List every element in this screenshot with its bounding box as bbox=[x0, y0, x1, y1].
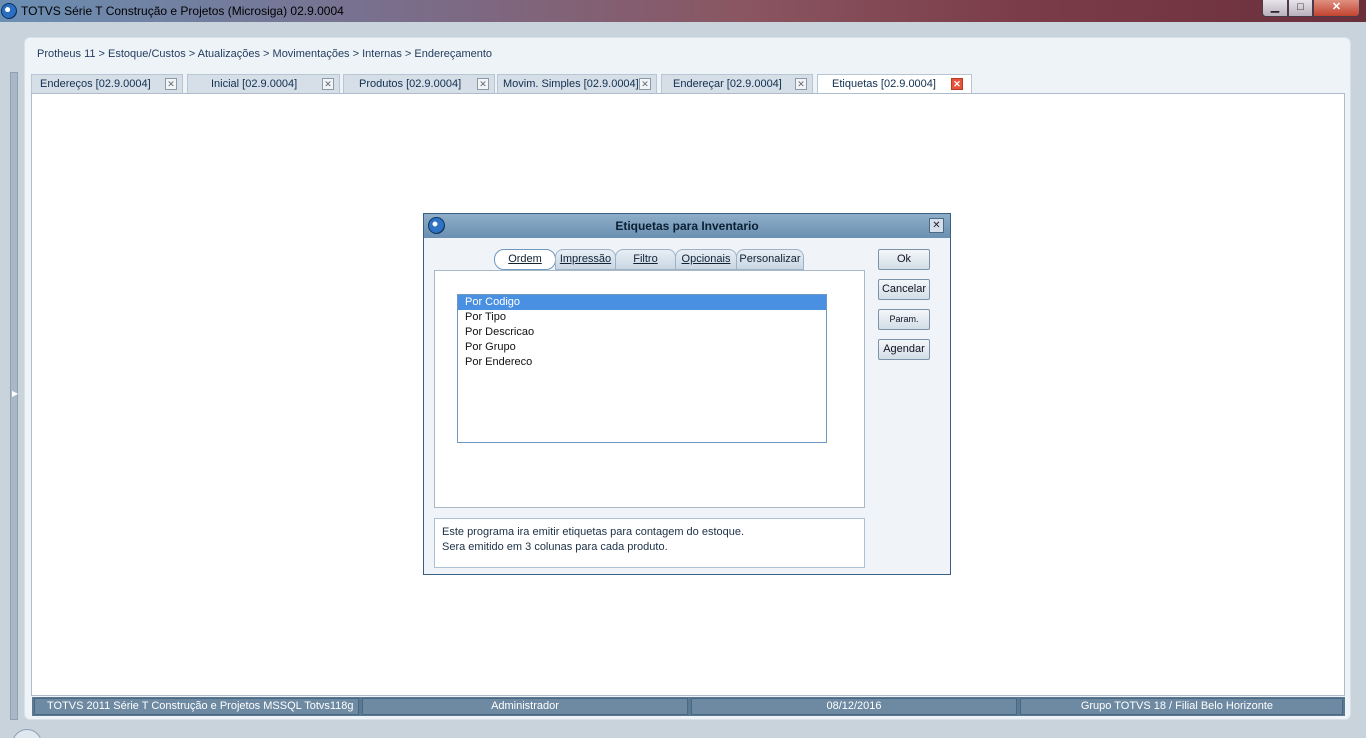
list-item-por-grupo[interactable]: Por Grupo bbox=[458, 340, 826, 355]
order-listbox[interactable]: Por Codigo Por Tipo Por Descricao Por Gr… bbox=[457, 294, 827, 443]
status-date: 08/12/2016 bbox=[691, 698, 1017, 715]
params-button[interactable]: Param. bbox=[878, 309, 930, 330]
tab-inicial[interactable]: Inicial [02.9.0004] ✕ bbox=[187, 74, 340, 94]
tab-produtos[interactable]: Produtos [02.9.0004] ✕ bbox=[343, 74, 495, 94]
tab-label: Endereços [02.9.0004] bbox=[40, 78, 151, 90]
list-item-por-tipo[interactable]: Por Tipo bbox=[458, 310, 826, 325]
dialog-tab-ordem[interactable]: Ordem bbox=[494, 249, 556, 270]
description-box: Este programa ira emitir etiquetas para … bbox=[434, 518, 865, 568]
dialog-tab-impressao[interactable]: Impressão bbox=[555, 249, 616, 270]
list-item-por-descricao[interactable]: Por Descricao bbox=[458, 325, 826, 340]
close-tab-icon[interactable]: ✕ bbox=[477, 78, 489, 90]
status-branch: Grupo TOTVS 18 / Filial Belo Horizonte bbox=[1020, 698, 1343, 715]
tab-label: Etiquetas [02.9.0004] bbox=[832, 78, 936, 90]
close-tab-icon[interactable]: ✕ bbox=[165, 78, 177, 90]
schedule-button[interactable]: Agendar bbox=[878, 339, 930, 360]
expand-arrow-icon[interactable]: ▶ bbox=[12, 389, 18, 398]
dialog-tab-label: Impressão bbox=[559, 253, 612, 265]
dialog-title: Etiquetas para Inventario bbox=[615, 219, 759, 233]
etiquetas-dialog: Etiquetas para Inventario ✕ Por Codigo P… bbox=[423, 213, 951, 575]
close-tab-icon[interactable]: ✕ bbox=[322, 78, 334, 90]
status-bar: TOTVS 2011 Série T Construção e Projetos… bbox=[32, 697, 1345, 716]
dialog-titlebar: Etiquetas para Inventario ✕ bbox=[424, 214, 950, 238]
dialog-tab-label: Ordem bbox=[508, 253, 542, 265]
tab-label: Inicial [02.9.0004] bbox=[211, 78, 298, 90]
window-title: TOTVS Série T Construção e Projetos (Mic… bbox=[21, 4, 344, 18]
description-line: Sera emitido em 3 colunas para cada prod… bbox=[442, 541, 668, 553]
close-tab-icon[interactable]: ✕ bbox=[639, 78, 651, 90]
minimize-button[interactable]: ▁ bbox=[1262, 0, 1288, 17]
tab-etiquetas[interactable]: Etiquetas [02.9.0004] ✕ bbox=[817, 74, 972, 94]
ok-button[interactable]: Ok bbox=[878, 249, 930, 270]
window-titlebar: TOTVS Série T Construção e Projetos (Mic… bbox=[0, 0, 1366, 22]
status-system: TOTVS 2011 Série T Construção e Projetos… bbox=[34, 698, 359, 715]
dialog-tab-filtro[interactable]: Filtro bbox=[615, 249, 676, 270]
cancel-button[interactable]: Cancelar bbox=[878, 279, 930, 300]
tab-enderecar[interactable]: Endereçar [02.9.0004] ✕ bbox=[661, 74, 813, 94]
dialog-tab-label: Personalizar bbox=[739, 253, 801, 265]
description-line: Este programa ira emitir etiquetas para … bbox=[442, 526, 745, 538]
totvs-app-icon bbox=[1, 3, 17, 19]
list-item-por-codigo[interactable]: Por Codigo bbox=[458, 295, 826, 310]
list-item-por-endereco[interactable]: Por Endereco bbox=[458, 355, 826, 370]
dialog-tab-panel: Por Codigo Por Tipo Por Descricao Por Gr… bbox=[434, 270, 865, 508]
tab-enderecos[interactable]: Endereços [02.9.0004] ✕ bbox=[31, 74, 183, 94]
close-tab-icon[interactable]: ✕ bbox=[795, 78, 807, 90]
dialog-tab-label: Filtro bbox=[633, 253, 658, 265]
dialog-tab-opcionais[interactable]: Opcionais bbox=[675, 249, 737, 270]
dialog-tab-label: Opcionais bbox=[681, 253, 731, 265]
dialog-close-button[interactable]: ✕ bbox=[929, 218, 944, 233]
tab-label: Movim. Simples [02.9.0004] bbox=[503, 78, 639, 90]
collapsed-sidebar[interactable]: ▶ bbox=[10, 72, 18, 720]
close-window-button[interactable]: ✕ bbox=[1313, 0, 1360, 17]
tab-movim-simples[interactable]: Movim. Simples [02.9.0004] ✕ bbox=[497, 74, 657, 94]
tab-label: Produtos [02.9.0004] bbox=[359, 78, 462, 90]
close-tab-icon[interactable]: ✕ bbox=[951, 78, 963, 90]
start-orb-icon[interactable] bbox=[12, 729, 42, 738]
status-user: Administrador bbox=[362, 698, 688, 715]
breadcrumb: Protheus 11 > Estoque/Custos > Atualizaç… bbox=[37, 48, 493, 60]
dialog-tab-personalizar[interactable]: Personalizar bbox=[736, 249, 804, 270]
maximize-button[interactable]: □ bbox=[1288, 0, 1313, 17]
tab-label: Endereçar [02.9.0004] bbox=[673, 78, 782, 90]
